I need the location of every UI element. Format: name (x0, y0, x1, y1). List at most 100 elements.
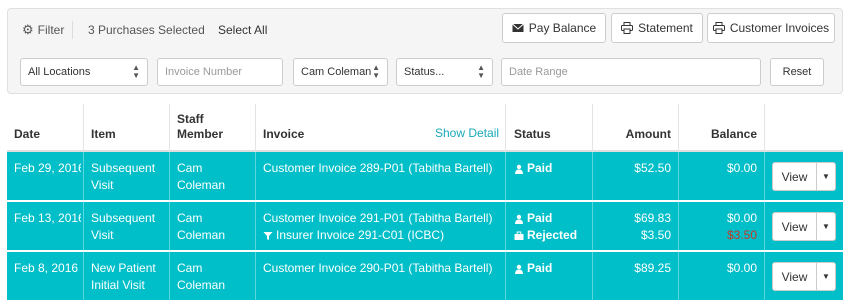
customer-invoices-button[interactable]: Customer Invoices (707, 13, 835, 43)
header-staff-member[interactable]: Staff Member (177, 112, 223, 142)
column-divider (83, 104, 84, 152)
user-icon (515, 164, 523, 174)
header-status[interactable]: Status (514, 127, 551, 142)
purchases-table: Date Item Staff Member Invoice Show Deta… (7, 104, 843, 302)
invoice-cell: Customer Invoice 290-P01 (Tabitha Bartel… (263, 260, 492, 277)
pay-balance-button[interactable]: Pay Balance (502, 13, 606, 43)
table-row[interactable]: Feb 29, 2016 Subsequent Visit Cam Colema… (7, 152, 843, 202)
location-select[interactable]: All Locations ▲ ▼ (20, 58, 148, 86)
status-rejected: Rejected (514, 227, 577, 244)
date-range-input[interactable] (509, 66, 753, 78)
filter-toolbar: ⚙ Filter 3 Purchases Selected Select All… (7, 8, 843, 94)
customer-invoice-link[interactable]: Customer Invoice 289-P01 (Tabitha Bartel… (263, 160, 492, 177)
statement-label: Statement (638, 21, 693, 35)
item-line: Visit (91, 228, 114, 242)
insurer-invoice-link[interactable]: Insurer Invoice 291-C01 (ICBC) (263, 227, 492, 244)
column-divider (255, 202, 256, 250)
amount-value: $89.25 (634, 261, 671, 275)
view-button-group: View ▼ (772, 262, 836, 291)
select-arrows-icon: ▲ ▼ (132, 63, 140, 80)
amount-value: $3.50 (640, 228, 671, 242)
customer-invoice-link[interactable]: Customer Invoice 291-P01 (Tabitha Bartel… (263, 210, 492, 227)
staff-select[interactable]: Cam Coleman ▲ ▼ (293, 58, 388, 86)
date-cell: Feb 8, 2016 (14, 261, 79, 275)
chevron-down-icon[interactable]: ▼ (817, 163, 835, 190)
chevron-down-icon[interactable]: ▼ (817, 263, 835, 290)
column-divider (83, 252, 84, 300)
status-text: Paid (527, 161, 553, 175)
header-item[interactable]: Item (91, 127, 116, 142)
header-invoice[interactable]: Invoice (263, 127, 304, 142)
column-divider (169, 152, 170, 200)
view-button[interactable]: View (773, 263, 817, 290)
item-line: Subsequent (91, 161, 156, 175)
column-divider (169, 104, 170, 152)
select-all-link[interactable]: Select All (218, 23, 267, 37)
header-amount[interactable]: Amount (592, 127, 671, 142)
column-divider (764, 104, 765, 152)
user-icon (515, 264, 523, 274)
item-line: New Patient (91, 261, 156, 275)
statement-button[interactable]: Statement (611, 13, 703, 43)
filter-button[interactable]: ⚙ Filter (22, 21, 74, 39)
balance-value: $0.00 (726, 261, 757, 275)
view-button[interactable]: View (773, 163, 817, 190)
location-value: All Locations (28, 66, 91, 78)
date-cell: Feb 29, 2016 (14, 161, 81, 175)
status-paid: Paid (514, 260, 552, 277)
printer-icon (621, 22, 634, 34)
date-cell: Feb 13, 2016 (14, 211, 81, 225)
column-divider (83, 202, 84, 250)
envelope-icon (511, 23, 524, 32)
status-cell: Paid Rejected (514, 210, 577, 244)
reset-label: Reset (782, 66, 812, 78)
item-cell: Subsequent Visit (91, 160, 155, 194)
invoice-number-input[interactable] (165, 66, 275, 78)
column-divider (764, 252, 765, 300)
column-divider (255, 104, 256, 152)
column-divider (505, 252, 506, 300)
amount-value: $69.83 (634, 211, 671, 225)
view-button[interactable]: View (773, 213, 817, 240)
table-row[interactable]: Feb 13, 2016 Subsequent Visit Cam Colema… (7, 202, 843, 252)
column-divider (169, 202, 170, 250)
staff-cell: Cam Coleman (177, 210, 225, 244)
status-paid: Paid (514, 160, 552, 177)
balance-cell: $0.00 $3.50 (678, 210, 757, 244)
item-cell: New Patient Initial Visit (91, 260, 156, 294)
status-cell: Paid (514, 160, 552, 177)
status-paid: Paid (514, 210, 577, 227)
table-row[interactable]: Feb 8, 2016 New Patient Initial Visit Ca… (7, 252, 843, 302)
balance-value: $0.00 (726, 161, 757, 175)
amount-cell: $89.25 (592, 260, 671, 277)
column-divider (505, 202, 506, 250)
gear-icon: ⚙ (22, 22, 34, 37)
column-divider (764, 202, 765, 250)
balance-value: $0.00 (726, 211, 757, 225)
invoice-number-field[interactable] (157, 58, 283, 86)
view-button-group: View ▼ (772, 212, 836, 241)
filter-icon (263, 231, 273, 240)
filters-row: All Locations ▲▼ Cam Coleman ▲▼ Status..… (20, 58, 832, 86)
header-balance[interactable]: Balance (678, 127, 757, 142)
date-range-field[interactable] (501, 58, 761, 86)
show-detail-link[interactable]: Show Detail (435, 126, 499, 140)
customer-invoice-link[interactable]: Customer Invoice 290-P01 (Tabitha Bartel… (263, 260, 492, 277)
header-date[interactable]: Date (14, 127, 40, 142)
chevron-down-icon[interactable]: ▼ (817, 213, 835, 240)
status-text: Rejected (527, 228, 578, 242)
item-line: Initial Visit (91, 278, 145, 292)
selected-count: 3 Purchases Selected (88, 23, 205, 37)
column-divider (764, 152, 765, 200)
select-arrows-icon: ▲ ▼ (372, 63, 380, 80)
briefcase-icon (514, 231, 524, 240)
status-select[interactable]: Status... ▲ ▼ (396, 58, 493, 86)
printer-icon (712, 22, 725, 34)
reset-button[interactable]: Reset (770, 58, 824, 86)
balance-cell: $0.00 (678, 260, 757, 277)
staff-cell: Cam Coleman (177, 260, 225, 294)
user-icon (515, 214, 523, 224)
status-cell: Paid (514, 260, 552, 277)
invoice-cell: Customer Invoice 289-P01 (Tabitha Bartel… (263, 160, 492, 177)
status-value: Status... (404, 66, 445, 78)
